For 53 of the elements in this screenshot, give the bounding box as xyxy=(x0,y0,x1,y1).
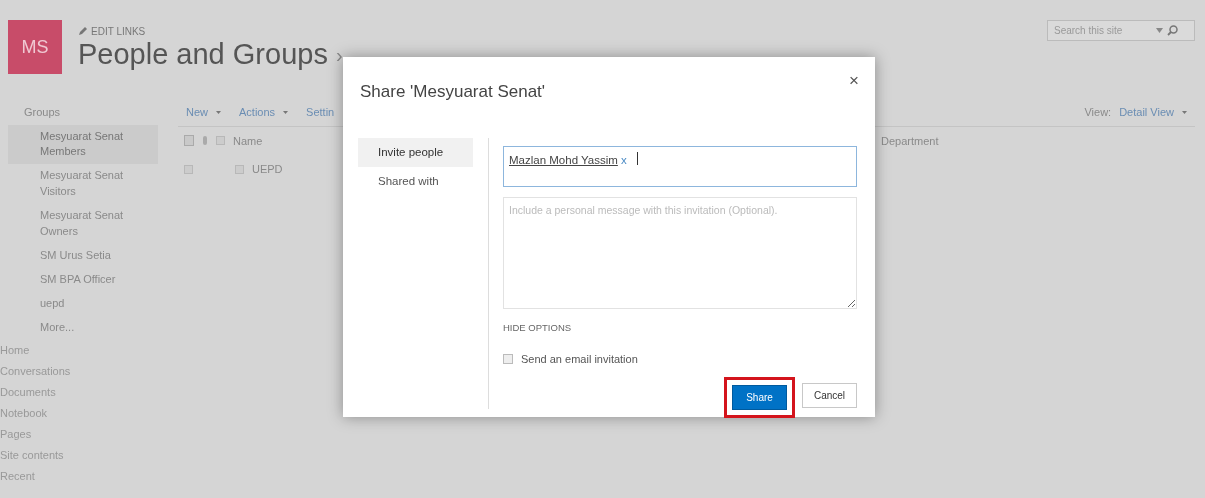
caret-icon xyxy=(216,110,221,114)
nav-link[interactable]: Home xyxy=(0,343,30,356)
remove-recipient-button[interactable]: x xyxy=(621,153,627,166)
search-icon xyxy=(1167,25,1178,36)
search-field[interactable]: Search this site xyxy=(1052,22,1152,39)
nav-heading: Groups xyxy=(23,105,62,120)
group-link[interactable]: Mesyuarat Senat Members xyxy=(8,124,158,165)
dialog-title: Share 'Mesyuarat Senat' xyxy=(360,81,546,103)
page-title: People and Groups xyxy=(78,39,328,71)
share-button[interactable]: Share xyxy=(732,385,787,411)
breadcrumb-separator: › xyxy=(335,42,343,68)
item-checkbox[interactable] xyxy=(235,164,244,174)
row-checkbox[interactable] xyxy=(184,164,193,174)
options-toggle-link[interactable]: HIDE OPTIONS xyxy=(503,320,857,335)
email-checkbox[interactable] xyxy=(503,354,513,364)
search-box[interactable]: Search this site xyxy=(1047,20,1195,41)
cancel-button[interactable]: Cancel xyxy=(802,383,857,409)
text-cursor xyxy=(636,151,638,165)
site-logo[interactable]: MS xyxy=(8,20,62,74)
nav-link[interactable]: Conversations xyxy=(0,364,71,377)
nav-link[interactable]: Notebook xyxy=(0,406,48,419)
dropdown-caret-icon xyxy=(1156,28,1163,33)
column-header[interactable]: Department xyxy=(881,132,939,149)
group-link[interactable]: uepd xyxy=(8,292,158,316)
group-link[interactable]: Mesyuarat Senat Visitors xyxy=(8,164,158,205)
nav-link[interactable]: Pages xyxy=(0,427,32,440)
attachment-icon xyxy=(202,136,208,146)
caret-icon xyxy=(283,110,289,114)
dialog-tab[interactable]: Shared with xyxy=(358,166,473,196)
caret-icon xyxy=(1182,110,1187,114)
checkbox-label: Send an email invitation xyxy=(521,351,638,367)
toolbar-menu[interactable]: Actions xyxy=(239,104,289,121)
pencil-icon xyxy=(78,27,87,36)
recipient-name[interactable]: Mazlan Mohd Yassim xyxy=(509,153,618,166)
group-link[interactable]: Mesyuarat Senat Owners xyxy=(8,204,158,245)
group-link[interactable]: More... xyxy=(8,315,158,340)
select-all-checkbox[interactable] xyxy=(216,136,225,146)
people-field[interactable]: Mazlan Mohd Yassim x xyxy=(503,145,857,187)
view-selector[interactable]: Detail View xyxy=(1119,104,1187,121)
group-link[interactable]: SM Urus Setia xyxy=(8,244,158,269)
toolbar-menu[interactable]: New xyxy=(186,104,221,121)
toolbar-menu[interactable]: Settin xyxy=(306,104,335,121)
nav-link[interactable]: Recent xyxy=(0,469,35,482)
view-label: View: xyxy=(1084,105,1112,120)
close-button[interactable]: × xyxy=(843,67,865,95)
group-link[interactable]: SM BPA Officer xyxy=(8,268,158,292)
nav-link[interactable]: Site contents xyxy=(0,448,64,461)
dialog-tab[interactable]: Invite people xyxy=(358,137,473,167)
edit-links-link[interactable]: EDIT LINKS xyxy=(91,24,146,39)
nav-link[interactable]: Documents xyxy=(0,385,56,398)
message-field[interactable]: Include a personal message with this invitation (Optional). xyxy=(503,196,857,309)
table-cell-text: UEPD xyxy=(252,162,283,177)
document-icon xyxy=(184,135,194,147)
